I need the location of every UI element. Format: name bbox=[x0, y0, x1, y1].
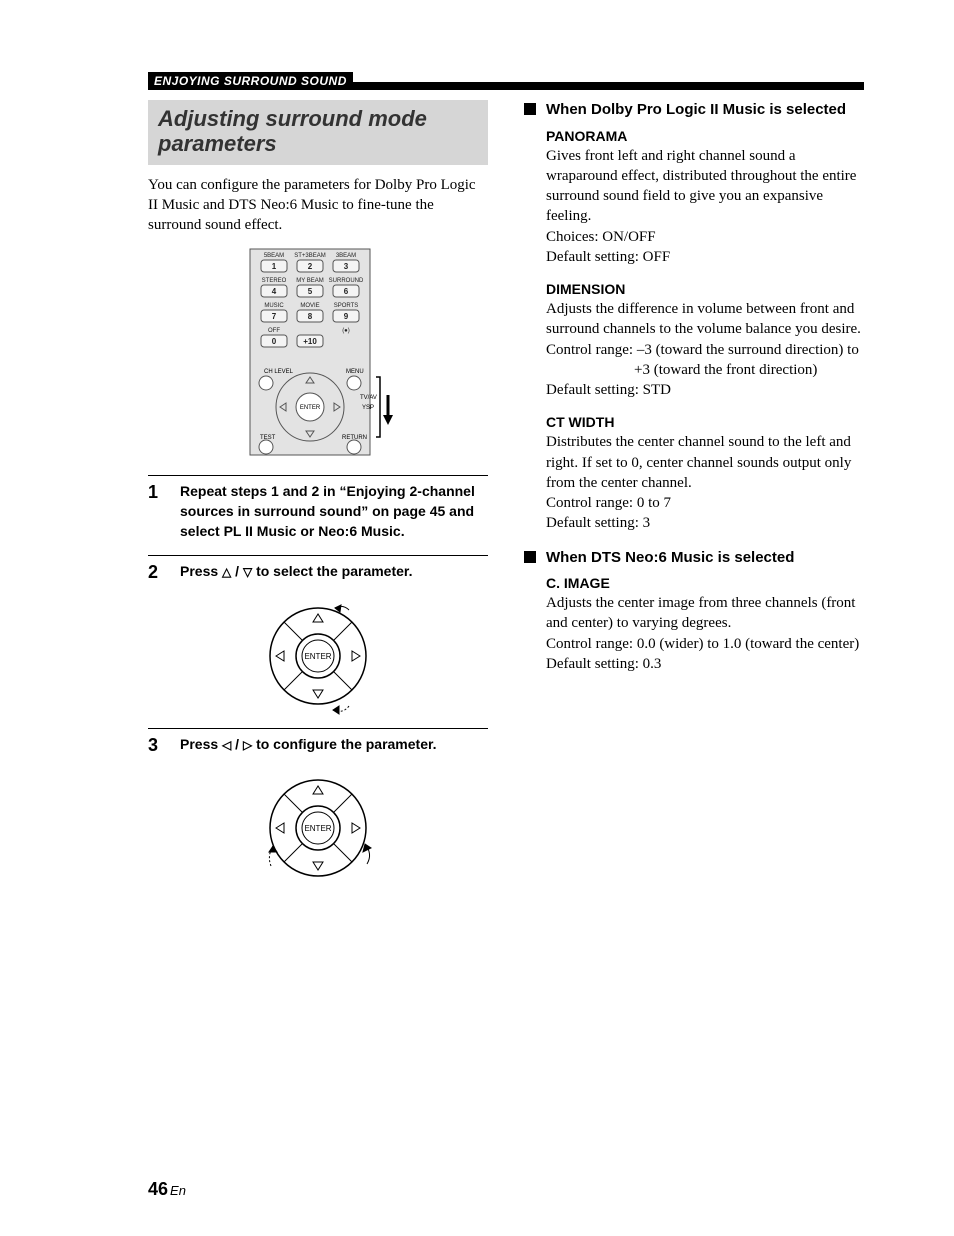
remote-enter-label: ENTER bbox=[300, 405, 321, 411]
param-ctwidth-name: CT WIDTH bbox=[546, 414, 864, 430]
step-3: 3 Press ◁ / ▷ to configure the parameter… bbox=[148, 735, 488, 757]
manual-page: ENJOYING SURROUND SOUND Adjusting surrou… bbox=[0, 0, 954, 1236]
remote-key-label: ST+3BEAM bbox=[294, 253, 326, 259]
dts-section-title: When DTS Neo:6 Music is selected bbox=[546, 548, 794, 568]
remote-key-number: 4 bbox=[272, 287, 277, 296]
remote-key-label: MOVIE bbox=[300, 303, 319, 309]
remote-key-number: 9 bbox=[344, 312, 349, 321]
remote-key-number: 5 bbox=[308, 287, 313, 296]
topic-heading-line1: Adjusting surround mode bbox=[158, 106, 427, 131]
step-divider bbox=[148, 728, 488, 729]
step-2-text: Press △ / ▽ to select the parameter. bbox=[180, 562, 488, 584]
step-2-pre: Press bbox=[180, 563, 222, 579]
step-3-mid: / bbox=[231, 736, 243, 752]
dolby-section-title: When Dolby Pro Logic II Music is selecte… bbox=[546, 100, 846, 120]
step-3-pre: Press bbox=[180, 736, 222, 752]
param-dimension: DIMENSION Adjusts the difference in volu… bbox=[546, 281, 864, 400]
param-dimension-name: DIMENSION bbox=[546, 281, 864, 297]
left-column: Adjusting surround mode parameters You c… bbox=[148, 100, 488, 900]
param-dimension-range1: Control range: –3 (toward the surround d… bbox=[546, 340, 864, 360]
remote-chlevel-label: CH LEVEL bbox=[264, 369, 294, 375]
step-1-text: Repeat steps 1 and 2 in “Enjoying 2-chan… bbox=[180, 482, 488, 541]
page-number: 46En bbox=[148, 1179, 186, 1200]
square-bullet-icon bbox=[524, 103, 536, 115]
step-1: 1 Repeat steps 1 and 2 in “Enjoying 2-ch… bbox=[148, 482, 488, 541]
square-bullet-icon bbox=[524, 551, 536, 563]
remote-key-label: 5BEAM bbox=[264, 253, 284, 259]
step-2-mid: / bbox=[231, 563, 243, 579]
remote-key-number: 8 bbox=[308, 312, 313, 321]
section-header-rule bbox=[353, 82, 864, 90]
remote-key-label: OFF bbox=[268, 328, 280, 334]
step-2-number: 2 bbox=[148, 562, 166, 584]
dpad-enter-label: ENTER bbox=[304, 824, 331, 833]
triangle-down-icon: ▽ bbox=[243, 565, 252, 579]
param-panorama-desc: Gives front left and right channel sound… bbox=[546, 146, 864, 227]
step-1-number: 1 bbox=[148, 482, 166, 541]
step-3-text: Press ◁ / ▷ to configure the parameter. bbox=[180, 735, 488, 757]
dts-section-heading: When DTS Neo:6 Music is selected bbox=[524, 548, 864, 568]
remote-control-figure: 5BEAM ST+3BEAM 3BEAM 1 2 3 STEREO MY BEAM SURROU… bbox=[228, 247, 408, 457]
remote-key-number: 2 bbox=[308, 262, 313, 271]
param-cimage-range: Control range: 0.0 (wider) to 1.0 (towar… bbox=[546, 634, 864, 654]
page-number-suffix: En bbox=[170, 1183, 186, 1198]
step-2: 2 Press △ / ▽ to select the parameter. bbox=[148, 562, 488, 584]
step-divider bbox=[148, 555, 488, 556]
dolby-section-heading: When Dolby Pro Logic II Music is selecte… bbox=[524, 100, 864, 120]
section-header: ENJOYING SURROUND SOUND bbox=[148, 72, 864, 90]
page-number-value: 46 bbox=[148, 1179, 168, 1199]
two-column-layout: Adjusting surround mode parameters You c… bbox=[148, 100, 864, 900]
remote-key-label: MUSIC bbox=[264, 303, 284, 309]
param-ctwidth: CT WIDTH Distributes the center channel … bbox=[546, 414, 864, 533]
param-ctwidth-range: Control range: 0 to 7 bbox=[546, 493, 864, 513]
param-cimage-default: Default setting: 0.3 bbox=[546, 654, 864, 674]
step-3-post: to configure the parameter. bbox=[252, 736, 436, 752]
param-panorama-choices: Choices: ON/OFF bbox=[546, 227, 864, 247]
triangle-right-icon: ▷ bbox=[243, 738, 252, 752]
remote-ysp-label: YSP bbox=[362, 405, 374, 411]
triangle-up-icon: △ bbox=[222, 565, 231, 579]
param-dimension-desc: Adjusts the difference in volume between… bbox=[546, 299, 864, 340]
remote-key-number: 7 bbox=[272, 312, 277, 321]
param-ctwidth-default: Default setting: 3 bbox=[546, 513, 864, 533]
step-divider bbox=[148, 475, 488, 476]
remote-key-label: SURROUND bbox=[329, 278, 364, 284]
param-panorama-name: PANORAMA bbox=[546, 128, 864, 144]
param-cimage: C. IMAGE Adjusts the center image from t… bbox=[546, 575, 864, 674]
param-panorama-default: Default setting: OFF bbox=[546, 247, 864, 267]
remote-key-number: +10 bbox=[303, 337, 317, 346]
remote-key-label: SPORTS bbox=[334, 303, 359, 309]
remote-key-number: 6 bbox=[344, 287, 349, 296]
remote-key-label: STEREO bbox=[262, 278, 287, 284]
dpad-figure-leftright: ENTER bbox=[253, 770, 383, 890]
param-dimension-default: Default setting: STD bbox=[546, 380, 864, 400]
param-panorama: PANORAMA Gives front left and right chan… bbox=[546, 128, 864, 268]
param-dimension-range2: +3 (toward the front direction) bbox=[546, 360, 864, 380]
param-cimage-name: C. IMAGE bbox=[546, 575, 864, 591]
remote-key-label: 3BEAM bbox=[336, 253, 356, 259]
remote-menu-label: MENU bbox=[346, 369, 364, 375]
dpad-figure-updown: ENTER bbox=[253, 598, 383, 718]
remote-key-label: (●) bbox=[342, 328, 350, 334]
step-3-number: 3 bbox=[148, 735, 166, 757]
dpad-enter-label: ENTER bbox=[304, 652, 331, 661]
right-column: When Dolby Pro Logic II Music is selecte… bbox=[524, 100, 864, 900]
triangle-left-icon: ◁ bbox=[222, 738, 231, 752]
intro-paragraph: You can configure the parameters for Dol… bbox=[148, 175, 488, 236]
remote-key-number: 3 bbox=[344, 262, 349, 271]
remote-key-label: MY BEAM bbox=[296, 278, 324, 284]
remote-tvav-label: TV/AV bbox=[360, 395, 377, 401]
topic-heading-box: Adjusting surround mode parameters bbox=[148, 100, 488, 165]
param-ctwidth-desc: Distributes the center channel sound to … bbox=[546, 432, 864, 493]
remote-key-number: 0 bbox=[272, 337, 277, 346]
section-header-title: ENJOYING SURROUND SOUND bbox=[148, 72, 353, 90]
param-cimage-desc: Adjusts the center image from three chan… bbox=[546, 593, 864, 634]
step-2-post: to select the parameter. bbox=[252, 563, 412, 579]
topic-heading-line2: parameters bbox=[158, 131, 277, 156]
remote-key-number: 1 bbox=[272, 262, 277, 271]
